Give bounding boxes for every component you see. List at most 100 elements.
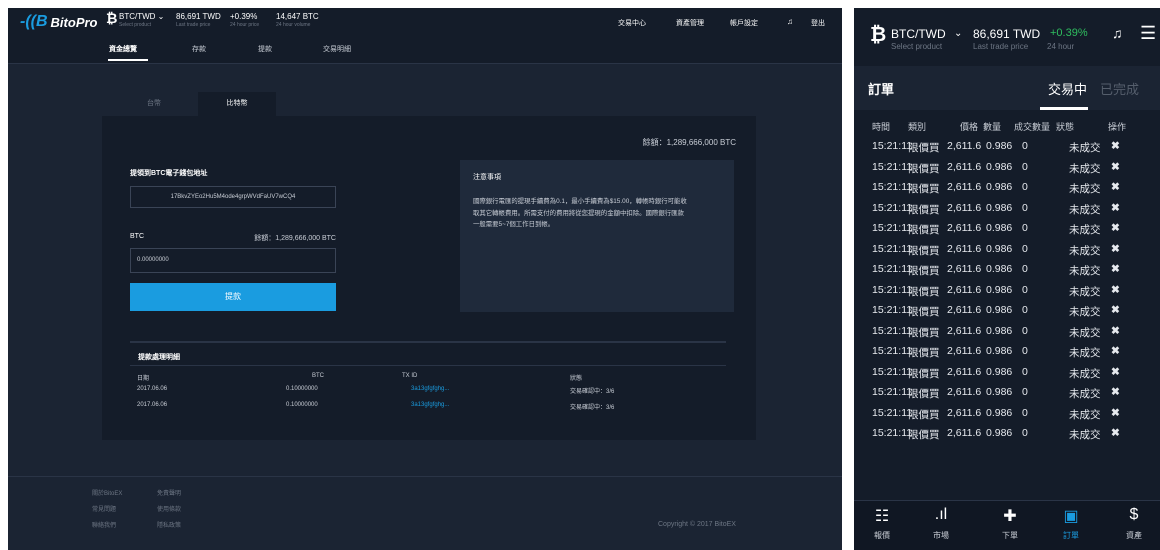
cancel-order-icon[interactable]: ✖ [1111, 386, 1120, 398]
tab-btc[interactable]: 比特幣 [198, 92, 276, 116]
order-status: 未成交 [1069, 306, 1101, 318]
cancel-order-icon[interactable]: ✖ [1111, 345, 1120, 357]
order-type: 限價買 [908, 388, 940, 400]
pair-selector[interactable]: BTC/TWD [891, 27, 946, 41]
cancel-order-icon[interactable]: ✖ [1111, 263, 1120, 275]
footer-link-privacy[interactable]: 隱私政策 [157, 520, 181, 529]
chevron-down-icon[interactable]: ⌄ [954, 28, 962, 39]
bitcoin-icon: ₿ [106, 10, 118, 26]
order-time: 15:21:11 [872, 345, 913, 357]
footer-link-terms[interactable]: 使用條款 [157, 504, 181, 513]
cancel-order-icon[interactable]: ✖ [1111, 140, 1120, 152]
footer-link-about[interactable]: 關於BitoEX [92, 488, 122, 497]
column-header-date: 日期 [137, 376, 150, 382]
subnav-transactions[interactable]: 交易明細 [323, 44, 351, 54]
txid-link[interactable]: 3a13gfgfghg... [411, 402, 449, 408]
active-tab-indicator [1040, 107, 1088, 110]
nav-account-settings[interactable]: 帳戶設定 [730, 18, 758, 28]
desktop-withdraw-page: -((B BitoPro ₿ BTC/TWD ⌄ Select product … [8, 8, 842, 550]
btc-amount-input[interactable]: 0.00000000 [130, 248, 336, 273]
cancel-order-icon[interactable]: ✖ [1111, 427, 1120, 439]
order-filled: 0 [1022, 222, 1028, 234]
order-price: 2,611.6 [947, 181, 982, 193]
cancel-order-icon[interactable]: ✖ [1111, 243, 1120, 255]
order-type: 限價買 [908, 265, 940, 277]
order-amount: 0.986 [986, 263, 1013, 275]
subnav-overview[interactable]: 資金總覽 [109, 44, 137, 54]
cancel-order-icon[interactable]: ✖ [1111, 407, 1120, 419]
cancel-order-icon[interactable]: ✖ [1111, 304, 1120, 316]
order-filled: 0 [1022, 345, 1028, 357]
order-time: 15:21:11 [872, 427, 913, 439]
nav-market[interactable]: .ıl 市場 [916, 506, 966, 541]
pair-sub: Select product [891, 42, 943, 51]
order-type: 限價買 [908, 183, 940, 195]
nav-asset-management[interactable]: 資產管理 [676, 18, 704, 28]
order-price: 2,611.6 [947, 222, 982, 234]
order-price: 2,611.6 [947, 283, 982, 296]
order-amount: 0.986 [986, 427, 1013, 439]
cancel-order-icon[interactable]: ✖ [1111, 366, 1120, 378]
cancel-order-icon[interactable]: ✖ [1111, 202, 1120, 214]
order-filled: 0 [1022, 365, 1028, 378]
order-amount: 0.986 [986, 365, 1013, 378]
tab-completed[interactable]: 已完成 [1100, 79, 1139, 98]
order-price: 2,611.6 [947, 365, 982, 378]
table-cell-status: 交易確認中：3/6 [570, 405, 615, 411]
order-amount: 0.986 [986, 283, 1013, 296]
nav-trade-center[interactable]: 交易中心 [618, 18, 646, 28]
order-time: 15:21:11 [872, 406, 913, 419]
cancel-order-icon[interactable]: ✖ [1111, 284, 1120, 296]
last-price: 86,691 TWD [973, 27, 1041, 41]
order-price: 2,611.6 [947, 263, 982, 275]
nav-orders[interactable]: ▣ 訂單 [1046, 506, 1096, 541]
order-type: 限價買 [908, 224, 940, 236]
table-cell-status: 交易確認中：3/6 [570, 389, 615, 395]
order-amount: 0.986 [986, 181, 1013, 193]
order-time: 15:21:11 [872, 222, 913, 234]
order-type: 限價買 [908, 142, 940, 154]
subnav-withdraw[interactable]: 提款 [258, 44, 272, 54]
order-price: 2,611.6 [947, 160, 982, 173]
cancel-order-icon[interactable]: ✖ [1111, 161, 1120, 173]
bell-icon[interactable]: ♫ [1112, 25, 1123, 41]
order-filled: 0 [1022, 427, 1028, 439]
nav-order-entry[interactable]: ✚ 下單 [985, 506, 1035, 541]
subnav-deposit[interactable]: 存款 [192, 44, 206, 54]
order-price: 2,611.6 [947, 427, 982, 439]
column-header-filled: 成交數量 [1014, 122, 1051, 132]
order-amount: 0.986 [986, 304, 1013, 316]
footer-link-faq[interactable]: 常見問題 [92, 504, 116, 513]
nav-logout[interactable]: 登出 [811, 18, 825, 28]
order-time: 15:21:11 [872, 181, 913, 193]
pair-selector[interactable]: BTC/TWD ⌄ Select product [119, 12, 164, 28]
withdraw-button[interactable]: 提款 [130, 283, 336, 311]
bell-icon[interactable]: ♫ [787, 17, 793, 26]
bitopro-logo[interactable]: -((B BitoPro [20, 13, 98, 31]
table-cell-date: 2017.06.06 [137, 386, 168, 392]
tab-twd[interactable]: 台幣 [110, 92, 198, 116]
order-filled: 0 [1022, 283, 1028, 296]
footer-link-disclaimer[interactable]: 免責聲明 [157, 488, 181, 497]
withdraw-card: 餘額：1,289,666,000 BTC 提領到BTC電子錢包地址 17BkvZ… [102, 116, 756, 440]
order-filled: 0 [1022, 406, 1028, 419]
order-price: 2,611.6 [947, 386, 982, 398]
cancel-order-icon[interactable]: ✖ [1111, 325, 1120, 337]
balance-display: 餘額：1,289,666,000 BTC [642, 138, 736, 147]
txid-link[interactable]: 3a13gfgfghg... [411, 386, 449, 392]
order-type: 限價買 [908, 244, 940, 257]
btc-amount-label: BTC [130, 233, 144, 240]
price-change: +0.39% 24 hour price [230, 12, 260, 28]
cancel-order-icon[interactable]: ✖ [1111, 181, 1120, 193]
bar-signal-icon: .ıl [934, 506, 948, 523]
cancel-order-icon[interactable]: ✖ [1111, 222, 1120, 234]
tab-in-progress[interactable]: 交易中 [1048, 79, 1087, 98]
order-time: 15:21:11 [872, 140, 913, 152]
order-filled: 0 [1022, 242, 1028, 255]
nav-assets[interactable]: $ 資產 [1109, 506, 1159, 541]
wallet-address-input[interactable]: 17BkvZYEo2Hu5M4ode4grpWVdFaUV7wCQ4 [130, 186, 336, 208]
nav-quotes[interactable]: ☷ 報價 [857, 506, 907, 541]
order-amount: 0.986 [986, 242, 1013, 255]
footer-link-contact[interactable]: 聯絡我們 [92, 520, 116, 529]
menu-icon[interactable]: ☰ [1140, 23, 1156, 44]
